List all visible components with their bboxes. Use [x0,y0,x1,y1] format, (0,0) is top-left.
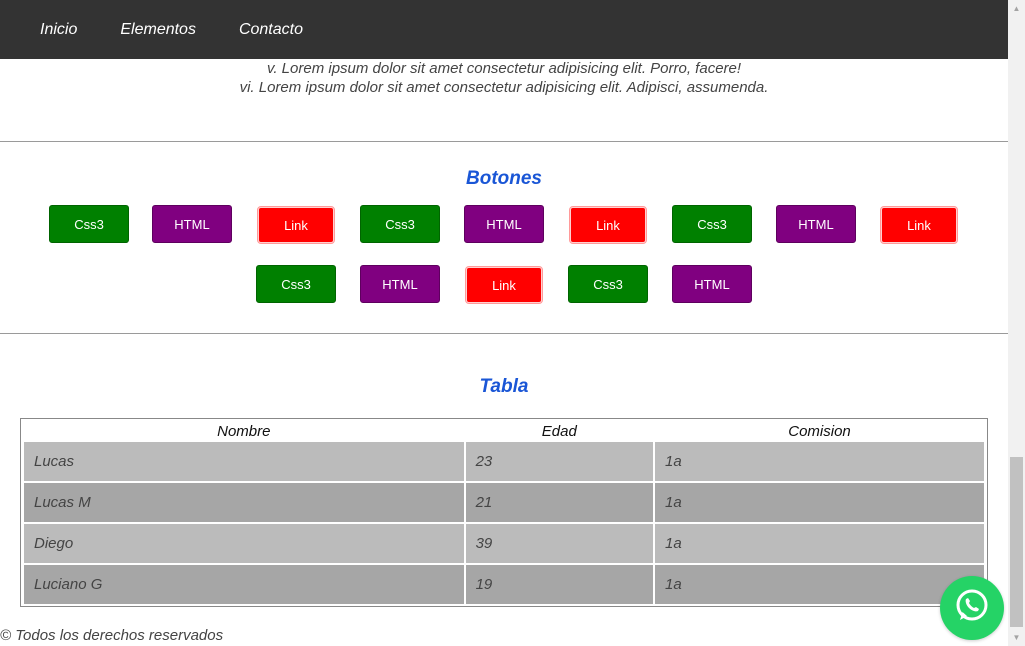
lorem-line-6: vi. Lorem ipsum dolor sit amet consectet… [239,79,769,96]
whatsapp-float-button[interactable] [940,576,1004,640]
table-row: Diego 39 1a [24,524,984,565]
cell-edad: 21 [465,483,653,524]
data-table: Nombre Edad Comision Lucas 23 1a Lucas M… [20,418,988,607]
link-button[interactable]: Link [880,206,958,244]
scroll-up-arrow-icon[interactable]: ▲ [1008,0,1025,17]
vertical-scrollbar[interactable]: ▲ ▼ [1008,0,1025,646]
scrollbar-thumb[interactable] [1010,457,1023,627]
page-viewport: Inicio Elementos Contacto v. Lorem ipsum… [0,0,1008,646]
css3-button[interactable]: Css3 [49,205,129,243]
whatsapp-icon [953,587,991,630]
link-button[interactable]: Link [465,266,543,304]
column-header-edad: Edad [541,422,577,440]
cell-edad: 23 [465,442,653,483]
cell-edad: 19 [465,565,653,606]
link-button[interactable]: Link [569,206,647,244]
botones-title: Botones [466,168,542,189]
cell-comision: 1a [655,483,984,524]
cell-comision: 1a [655,565,984,606]
cell-nombre: Lucas [24,442,464,483]
cell-comision: 1a [655,524,984,565]
footer-copyright: © Todos los derechos reservados [0,627,224,644]
link-button[interactable]: Link [257,206,335,244]
divider [0,333,1008,334]
css3-button[interactable]: Css3 [568,265,648,303]
divider [0,141,1008,142]
cell-comision: 1a [655,442,984,483]
nav-link-inicio[interactable]: Inicio [40,21,77,39]
table-row: Lucas 23 1a [24,442,984,483]
cell-nombre: Luciano G [24,565,464,606]
css3-button[interactable]: Css3 [672,205,752,243]
cell-nombre: Diego [24,524,464,565]
html-button[interactable]: HTML [152,205,232,243]
html-button[interactable]: HTML [464,205,544,243]
nav-link-contacto[interactable]: Contacto [239,21,303,39]
scroll-down-arrow-icon[interactable]: ▼ [1008,629,1025,646]
css3-button[interactable]: Css3 [360,205,440,243]
nav-link-elementos[interactable]: Elementos [120,21,196,39]
cell-nombre: Lucas M [24,483,464,524]
top-navbar: Inicio Elementos Contacto [0,0,1008,59]
lorem-line-5: v. Lorem ipsum dolor sit amet consectetu… [266,60,742,77]
column-header-nombre: Nombre [217,422,271,440]
html-button[interactable]: HTML [360,265,440,303]
table-row: Luciano G 19 1a [24,565,984,606]
tabla-title: Tabla [479,376,529,397]
html-button[interactable]: HTML [776,205,856,243]
column-header-comision: Comision [788,422,851,440]
html-button[interactable]: HTML [672,265,752,303]
cell-edad: 39 [465,524,653,565]
css3-button[interactable]: Css3 [256,265,336,303]
table-row: Lucas M 21 1a [24,483,984,524]
